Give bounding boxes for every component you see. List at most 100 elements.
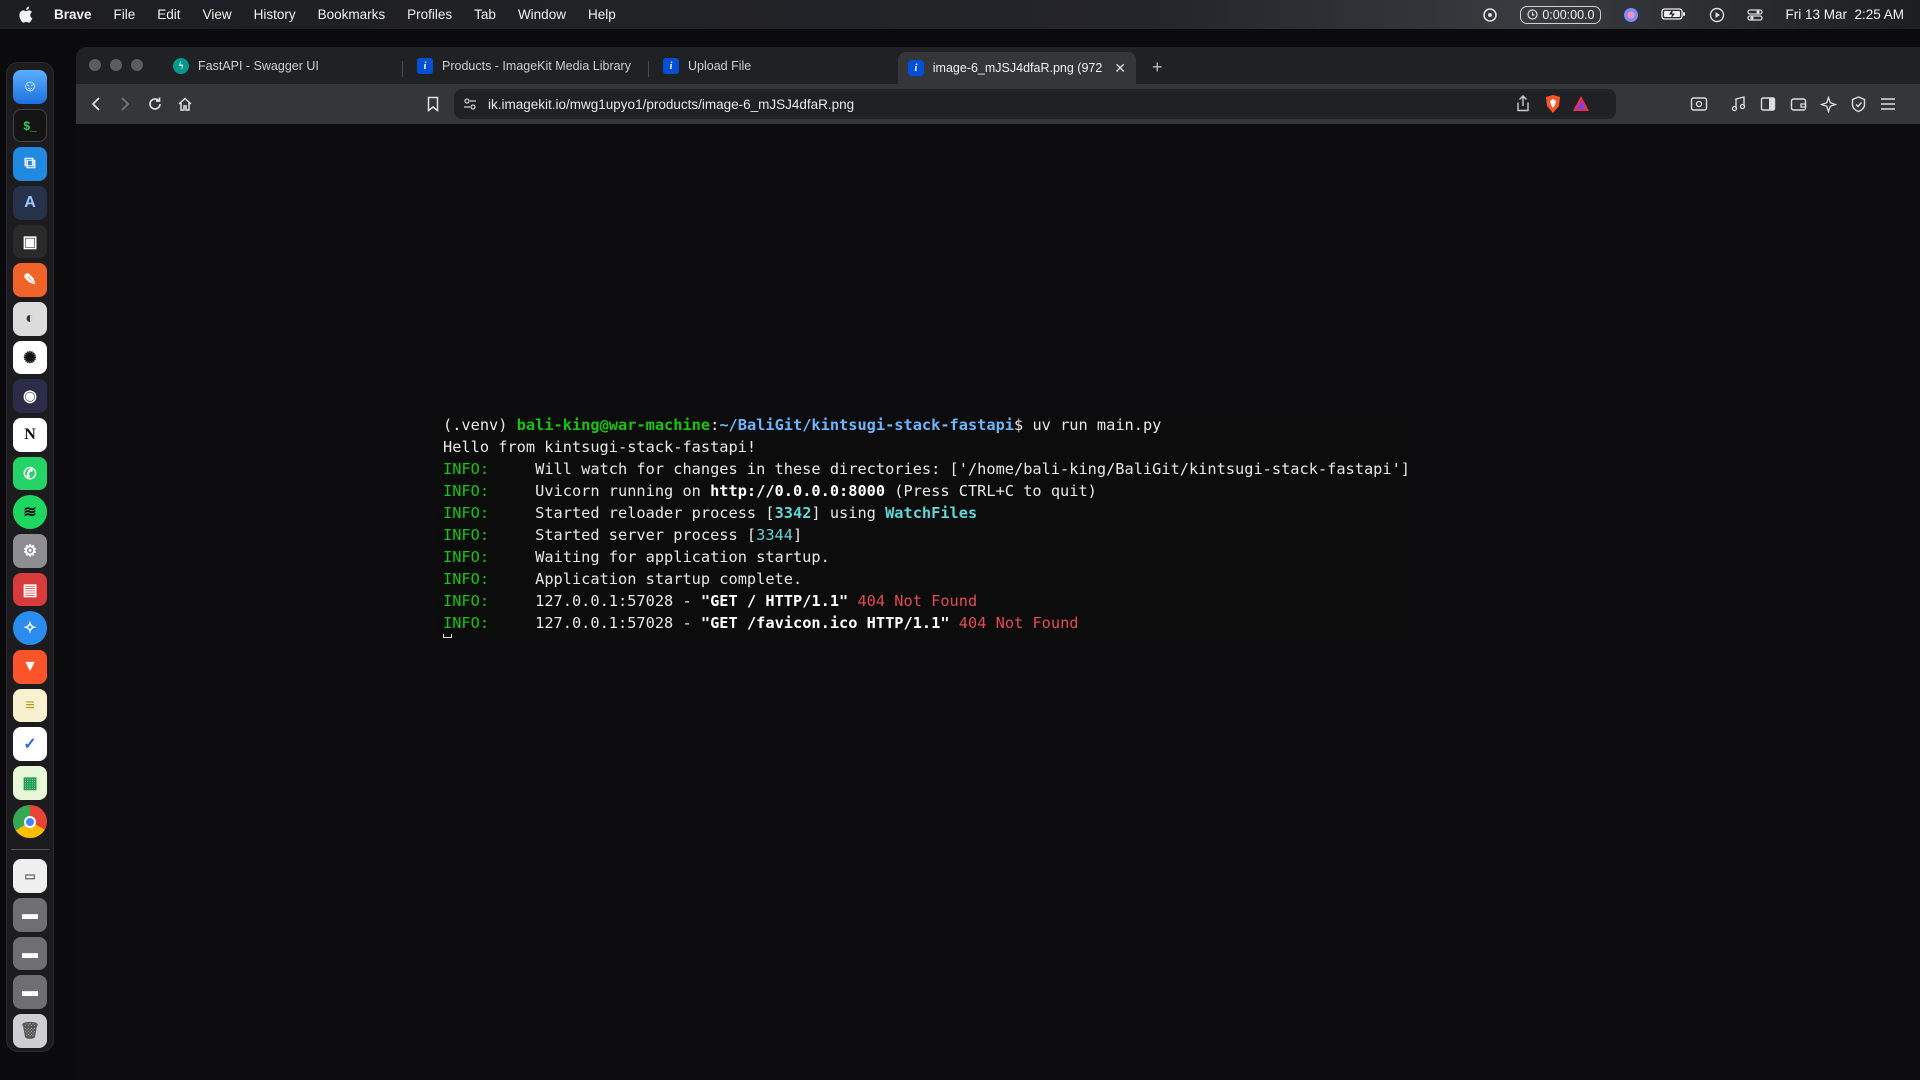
browser-toolbar: ik.imagekit.io/mwg1upyo1/products/image-… [76, 84, 1920, 124]
home-icon[interactable] [175, 94, 195, 114]
brave-shields-icon[interactable] [1544, 94, 1562, 119]
dock-folder-icon[interactable]: ▬ [13, 936, 47, 971]
dock-vscode-icon[interactable]: ⧉ [13, 147, 47, 182]
close-window-button[interactable] [89, 59, 101, 71]
info-label: INFO: [443, 548, 490, 566]
close-tab-icon[interactable]: ✕ [1114, 60, 1126, 77]
dock-folder-icon[interactable]: ▬ [13, 975, 47, 1010]
url-text[interactable]: ik.imagekit.io/mwg1upyo1/products/image-… [488, 97, 854, 112]
imagekit-favicon-icon: i [417, 58, 433, 74]
screen-recorder-timer[interactable]: 0:00:00.0 [1520, 5, 1602, 24]
share-icon[interactable] [1516, 95, 1530, 117]
control-center-icon[interactable] [1747, 7, 1764, 23]
tab-imagekit-media-library[interactable]: i Products - ImageKit Media Library [407, 52, 641, 80]
tab-upload-file[interactable]: i Upload File [653, 52, 761, 80]
prompt-colon: : [710, 416, 720, 434]
dock-finder-icon[interactable]: ☺ [13, 70, 47, 104]
address-bar[interactable]: ik.imagekit.io/mwg1upyo1/products/image-… [454, 89, 1616, 119]
menu-file[interactable]: File [114, 7, 136, 22]
term-line-waiting: INFO: Waiting for application startup. [443, 548, 830, 566]
dock-chatgpt-icon[interactable]: ✺ [13, 340, 47, 375]
dock-notion-icon[interactable]: N [13, 418, 47, 452]
dock-obs-icon[interactable]: ◉ [13, 379, 47, 414]
dock-notes-icon[interactable]: ≡ [13, 688, 47, 723]
clock[interactable]: Fri 13 Mar 2:25 AM [1785, 7, 1904, 22]
leo-ai-icon[interactable] [1818, 94, 1838, 114]
battery-icon[interactable] [1661, 7, 1687, 23]
complete-text: Application startup complete. [489, 570, 803, 588]
dock-gimp-icon[interactable]: ◐ [13, 302, 47, 336]
menu-help[interactable]: Help [588, 7, 616, 22]
term-line-reloader: INFO: Started reloader process [3342] us… [443, 504, 977, 522]
request-client: 127.0.0.1:57028 - [489, 592, 701, 610]
dock-app-square-icon[interactable]: ▣ [13, 224, 47, 259]
imagekit-favicon-icon: i [908, 60, 924, 76]
term-line-request-root: INFO: 127.0.0.1:57028 - "GET / HTTP/1.1"… [443, 592, 977, 610]
timer-value: 0:00:00.0 [1542, 7, 1595, 22]
dock-editor-icon[interactable]: A [13, 186, 47, 220]
site-info-icon[interactable] [462, 96, 478, 117]
menu-edit[interactable]: Edit [157, 7, 180, 22]
menu-window[interactable]: Window [518, 7, 566, 22]
menu-bookmarks[interactable]: Bookmarks [318, 7, 386, 22]
dock-separator [11, 849, 49, 851]
server-text: Started server process [ [489, 526, 757, 544]
term-line-request-favicon: INFO: 127.0.0.1:57028 - "GET /favicon.ic… [443, 614, 1079, 632]
menu-app-name[interactable]: Brave [54, 7, 92, 22]
uvicorn-url: http://0.0.0.0:8000 [710, 482, 886, 500]
tab-fastapi-swagger[interactable]: ϟ FastAPI - Swagger UI [163, 52, 329, 80]
dock-brave-icon[interactable]: ▼ [13, 650, 47, 684]
zoom-window-button[interactable] [131, 59, 143, 71]
bookmark-icon[interactable] [423, 94, 443, 114]
dock-chrome-icon[interactable] [13, 804, 47, 839]
dock-red-app-icon[interactable]: ▤ [13, 572, 47, 607]
tab-title: FastAPI - Swagger UI [198, 59, 319, 73]
vpn-shield-icon[interactable] [1848, 94, 1868, 114]
dock-tasks-icon[interactable]: ✓ [13, 727, 47, 762]
dock: ☺ $_ ⧉ A ▣ ✎ ◐ ✺ ◉ N ✆ ≋ ⚙ ▤ ✧ ▼ ≡ ✓ ▦ ▭… [6, 62, 54, 1052]
dock-spotify-icon[interactable]: ≋ [13, 495, 47, 530]
sidebar-toggle-icon[interactable] [1758, 94, 1778, 114]
dock-settings-icon[interactable]: ⚙ [13, 534, 47, 568]
minimize-window-button[interactable] [110, 59, 122, 71]
menu-history[interactable]: History [254, 7, 296, 22]
menu-hamburger-icon[interactable] [1878, 94, 1898, 114]
menu-tab[interactable]: Tab [474, 7, 496, 22]
dock-sheets-icon[interactable]: ▦ [13, 766, 47, 800]
menu-profiles[interactable]: Profiles [407, 7, 452, 22]
term-line-hello: Hello from kintsugi-stack-fastapi! [443, 438, 757, 456]
back-icon[interactable] [86, 94, 106, 114]
tab-image-active[interactable]: i image-6_mJSJ4dfaR.png (972 ✕ [898, 52, 1136, 84]
fastapi-favicon-icon: ϟ [173, 58, 189, 74]
dock-trash-icon[interactable]: 🗑 [13, 1014, 47, 1048]
request-line: "GET /favicon.ico HTTP/1.1" [700, 614, 950, 632]
wallet-icon[interactable] [1788, 94, 1808, 114]
dock-pen-icon[interactable]: ✎ [13, 263, 47, 298]
reloader-using: ] using [811, 504, 886, 522]
screenshot-icon[interactable] [1689, 94, 1709, 114]
play-icon[interactable] [1709, 7, 1725, 23]
forward-icon[interactable] [115, 94, 135, 114]
brave-rewards-icon[interactable] [1572, 95, 1590, 117]
watch-text: Will watch for changes in these director… [489, 460, 1411, 478]
apple-icon[interactable] [18, 6, 40, 23]
media-music-icon[interactable] [1728, 94, 1748, 114]
status-404: 404 Not Found [848, 592, 978, 610]
menu-view[interactable]: View [203, 7, 232, 22]
info-label: INFO: [443, 614, 490, 632]
dock-whatsapp-icon[interactable]: ✆ [13, 456, 47, 491]
reload-icon[interactable] [145, 94, 165, 114]
dock-terminal-icon[interactable]: $_ [13, 108, 47, 143]
colorful-app-icon[interactable] [1623, 7, 1639, 23]
server-bracket: ] [792, 526, 803, 544]
ai-assistant-icon[interactable] [1482, 7, 1498, 23]
dock-folder-icon[interactable]: ▬ [13, 898, 47, 932]
server-pid: 3344 [756, 526, 793, 544]
dock-downloads-stack-icon[interactable]: ▭ [13, 859, 47, 894]
term-line-server: INFO: Started server process [3344] [443, 526, 802, 544]
dock-safari-icon[interactable]: ✧ [13, 611, 47, 646]
request-client: 127.0.0.1:57028 - [489, 614, 701, 632]
user-host: bali-king@war-machine [516, 416, 711, 434]
new-tab-icon[interactable]: + [1152, 57, 1163, 78]
info-label: INFO: [443, 570, 490, 588]
